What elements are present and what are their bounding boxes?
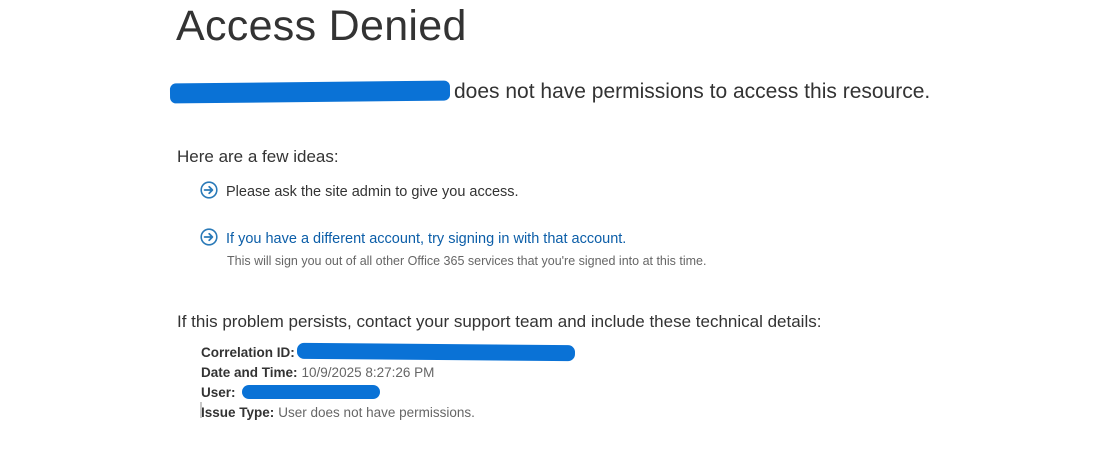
issue-type-label: Issue Type:: [201, 404, 275, 420]
circle-arrow-right-icon: [200, 228, 218, 246]
permission-message-text: does not have permissions to access this…: [454, 80, 931, 103]
page-title: Access Denied: [176, 2, 467, 50]
detail-issue-type: Issue Type: User does not have permissio…: [201, 402, 575, 422]
redacted-username: [169, 80, 451, 104]
detail-correlation-id: Correlation ID:: [201, 342, 575, 362]
issue-type-value: User does not have permissions.: [278, 404, 475, 420]
detail-date-time: Date and Time: 10/9/2025 8:27:26 PM: [201, 362, 575, 382]
date-time-value: 10/9/2025 8:27:26 PM: [301, 364, 435, 380]
ideas-heading: Here are a few ideas:: [177, 147, 339, 166]
idea-ask-admin-text: Please ask the site admin to give you ac…: [226, 184, 519, 200]
correlation-id-label: Correlation ID:: [201, 344, 295, 360]
circle-arrow-right-icon: [200, 181, 218, 199]
support-instructions: If this problem persists, contact your s…: [177, 312, 822, 331]
detail-user: User:: [201, 382, 575, 402]
redacted-correlation-id: [296, 342, 575, 362]
idea-ask-admin: Please ask the site admin to give you ac…: [200, 181, 519, 203]
idea-switch-account[interactable]: If you have a different account, try sig…: [200, 228, 626, 250]
permission-message: does not have permissions to access this…: [169, 76, 931, 108]
switch-account-note: This will sign you out of all other Offi…: [227, 254, 707, 268]
date-time-label: Date and Time:: [201, 364, 298, 380]
text-cursor: [200, 402, 202, 418]
redacted-user-value: [241, 385, 380, 399]
switch-account-link[interactable]: If you have a different account, try sig…: [226, 228, 626, 250]
technical-details: Correlation ID: Date and Time: 10/9/2025…: [201, 342, 575, 422]
user-label: User:: [201, 384, 236, 400]
